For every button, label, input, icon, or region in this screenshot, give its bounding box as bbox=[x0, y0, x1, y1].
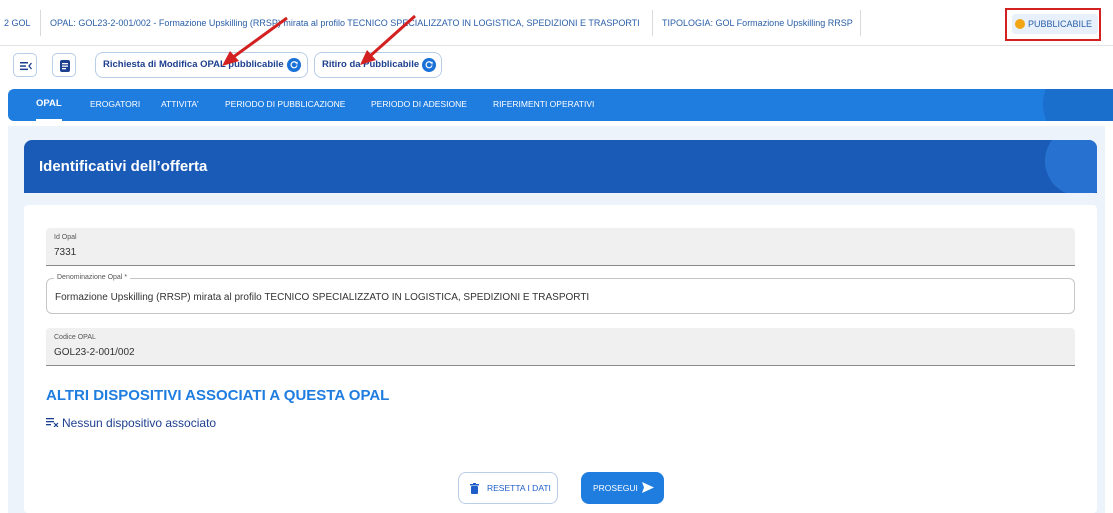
refresh-icon bbox=[287, 58, 301, 72]
tab-bar-decoration bbox=[1043, 89, 1113, 121]
no-devices-message: Nessun dispositivo associato bbox=[46, 416, 216, 430]
info-cell-program: 2 GOL bbox=[4, 18, 31, 28]
divider bbox=[652, 10, 653, 36]
proceed-button[interactable]: PROSEGUI bbox=[581, 472, 664, 504]
document-icon bbox=[60, 60, 70, 72]
id-opal-field[interactable]: Id Opal 7331 bbox=[46, 228, 1075, 266]
divider bbox=[40, 10, 41, 36]
menu-collapse-icon bbox=[20, 62, 32, 71]
withdraw-publishable-button[interactable]: Ritiro da Pubblicabile bbox=[314, 52, 442, 78]
codice-opal-field[interactable]: Codice OPAL GOL23-2-001/002 bbox=[46, 328, 1075, 366]
proceed-label: PROSEGUI bbox=[593, 483, 638, 493]
tab-periodo-pubblicazione[interactable]: PERIODO DI PUBBLICAZIONE bbox=[225, 89, 345, 121]
field-value: 7331 bbox=[54, 247, 77, 258]
card-header: Identificativi dell’offerta bbox=[24, 140, 1097, 193]
withdraw-label: Ritiro da Pubblicabile bbox=[322, 59, 420, 70]
field-label: Codice OPAL bbox=[54, 334, 96, 341]
tab-periodo-adesione[interactable]: PERIODO DI ADESIONE bbox=[371, 89, 467, 121]
field-value: GOL23-2-001/002 bbox=[54, 347, 135, 358]
field-label: Id Opal bbox=[54, 234, 77, 241]
info-cell-opal: OPAL: GOL23-2-001/002 - Formazione Upski… bbox=[50, 18, 640, 28]
document-button[interactable] bbox=[52, 53, 76, 77]
opal-info-bar: 2 GOL OPAL: GOL23-2-001/002 - Formazione… bbox=[0, 0, 1113, 46]
request-modify-opal-button[interactable]: Richiesta di Modifica OPAL pubblicabile bbox=[95, 52, 308, 78]
card-title: Identificativi dell’offerta bbox=[39, 158, 208, 175]
refresh-icon bbox=[422, 58, 436, 72]
tab-opal[interactable]: OPAL bbox=[36, 89, 62, 121]
trash-icon bbox=[470, 483, 479, 494]
request-modify-label: Richiesta di Modifica OPAL pubblicabile bbox=[103, 59, 284, 70]
clear-filter-icon bbox=[46, 417, 62, 430]
send-icon bbox=[642, 482, 654, 493]
tab-bar: OPAL EROGATORI ATTIVITA' PERIODO DI PUBB… bbox=[8, 89, 1113, 121]
denominazione-opal-field[interactable]: Denominazione Opal * Formazione Upskilli… bbox=[46, 274, 1075, 314]
divider bbox=[860, 10, 861, 36]
card-header-decoration bbox=[1045, 140, 1097, 193]
tab-erogatori[interactable]: EROGATORI bbox=[90, 89, 140, 121]
reset-label: RESETTA I DATI bbox=[487, 483, 551, 493]
reset-data-button[interactable]: RESETTA I DATI bbox=[458, 472, 558, 504]
devices-section-title: ALTRI DISPOSITIVI ASSOCIATI A QUESTA OPA… bbox=[46, 387, 390, 404]
field-value: Formazione Upskilling (RRSP) mirata al p… bbox=[55, 292, 590, 303]
info-cell-tipologia: TIPOLOGIA: GOL Formazione Upskilling RRS… bbox=[662, 18, 853, 28]
tab-attivita[interactable]: ATTIVITA' bbox=[161, 89, 199, 121]
collapse-menu-button[interactable] bbox=[13, 53, 37, 77]
field-label: Denominazione Opal * bbox=[54, 274, 131, 281]
status-highlight-box bbox=[1005, 8, 1101, 41]
tab-riferimenti-operativi[interactable]: RIFERIMENTI OPERATIVI bbox=[493, 89, 594, 121]
no-devices-text: Nessun dispositivo associato bbox=[62, 416, 217, 430]
